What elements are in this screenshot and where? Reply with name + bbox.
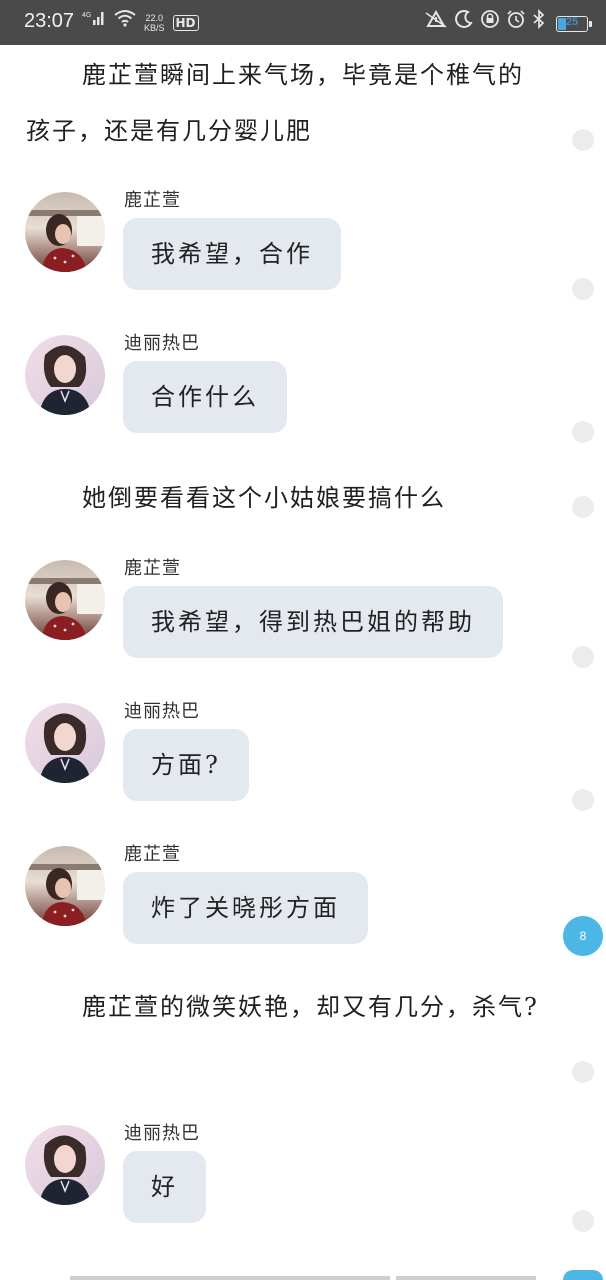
avatar[interactable] xyxy=(25,192,105,272)
network-speed-unit: KB/S xyxy=(144,22,165,33)
comment-count-badge-partial[interactable] xyxy=(563,1270,603,1280)
bluetooth-icon xyxy=(532,8,546,38)
comment-dot[interactable] xyxy=(572,1061,594,1083)
avatar[interactable] xyxy=(25,703,105,783)
status-bar: 23:07 4G 22.0 KB/S HD 25 xyxy=(0,0,606,45)
speaker-name: 迪丽热巴 xyxy=(124,333,200,354)
avatar-image xyxy=(25,703,105,783)
avatar-image xyxy=(25,846,105,926)
avatar[interactable] xyxy=(25,560,105,640)
message-bubble[interactable]: 合作什么 xyxy=(123,361,287,433)
status-time: 23:07 xyxy=(24,10,75,32)
next-paragraph-partial xyxy=(70,1272,536,1280)
avatar[interactable] xyxy=(25,1125,105,1205)
comment-dot[interactable] xyxy=(572,421,594,443)
chat-message: 鹿芷萱 我希望，得到热巴姐的帮助 xyxy=(25,558,565,670)
message-bubble[interactable]: 好 xyxy=(123,1151,206,1223)
comment-dot[interactable] xyxy=(572,496,594,518)
message-bubble[interactable]: 我希望，得到热巴姐的帮助 xyxy=(123,586,503,658)
comment-dot[interactable] xyxy=(572,789,594,811)
network-speed: 22.0 KB/S xyxy=(144,13,165,33)
speaker-name: 鹿芷萱 xyxy=(124,558,181,579)
speaker-name: 迪丽热巴 xyxy=(124,1123,200,1144)
comment-count-badge[interactable]: 8 xyxy=(563,916,603,956)
moon-icon xyxy=(454,9,474,38)
hotspot-icon xyxy=(424,9,448,38)
network-type: 4G xyxy=(82,12,91,19)
comment-dot[interactable] xyxy=(572,278,594,300)
avatar-image xyxy=(25,335,105,415)
signal-icon: 4G xyxy=(82,9,106,36)
chat-message: 迪丽热巴 合作什么 xyxy=(25,333,565,445)
speaker-name: 鹿芷萱 xyxy=(124,190,181,211)
battery-icon: 25 xyxy=(556,15,592,32)
comment-dot[interactable] xyxy=(572,129,594,151)
avatar-image xyxy=(25,560,105,640)
narration-paragraph: 鹿芷萱的微笑妖艳，却又有几分，杀气? xyxy=(82,993,539,1021)
chat-message: 鹿芷萱 我希望，合作 xyxy=(25,190,565,302)
avatar[interactable] xyxy=(25,335,105,415)
battery-percent: 25 xyxy=(565,15,579,28)
speaker-name: 迪丽热巴 xyxy=(124,701,200,722)
alarm-icon xyxy=(506,9,526,38)
comment-dot[interactable] xyxy=(572,1210,594,1232)
chat-message: 迪丽热巴 方面? xyxy=(25,701,565,813)
avatar[interactable] xyxy=(25,846,105,926)
comment-dot[interactable] xyxy=(572,646,594,668)
hd-badge: HD xyxy=(172,14,199,31)
narration-paragraph: 鹿芷萱瞬间上来气场，毕竟是个稚气的孩子，还是有几分婴儿肥 xyxy=(26,61,524,145)
chat-message: 迪丽热巴 好 xyxy=(25,1123,565,1235)
chat-message: 鹿芷萱 炸了关晓彤方面 xyxy=(25,844,565,956)
message-bubble[interactable]: 我希望，合作 xyxy=(123,218,341,290)
message-bubble[interactable]: 方面? xyxy=(123,729,249,801)
lock-icon xyxy=(480,9,500,38)
wifi-icon xyxy=(114,9,136,36)
avatar-image xyxy=(25,1125,105,1205)
narration-paragraph: 她倒要看看这个小姑娘要搞什么 xyxy=(82,484,446,512)
avatar-image xyxy=(25,192,105,272)
network-speed-value: 22.0 xyxy=(145,12,164,23)
speaker-name: 鹿芷萱 xyxy=(124,844,181,865)
message-bubble[interactable]: 炸了关晓彤方面 xyxy=(123,872,368,944)
